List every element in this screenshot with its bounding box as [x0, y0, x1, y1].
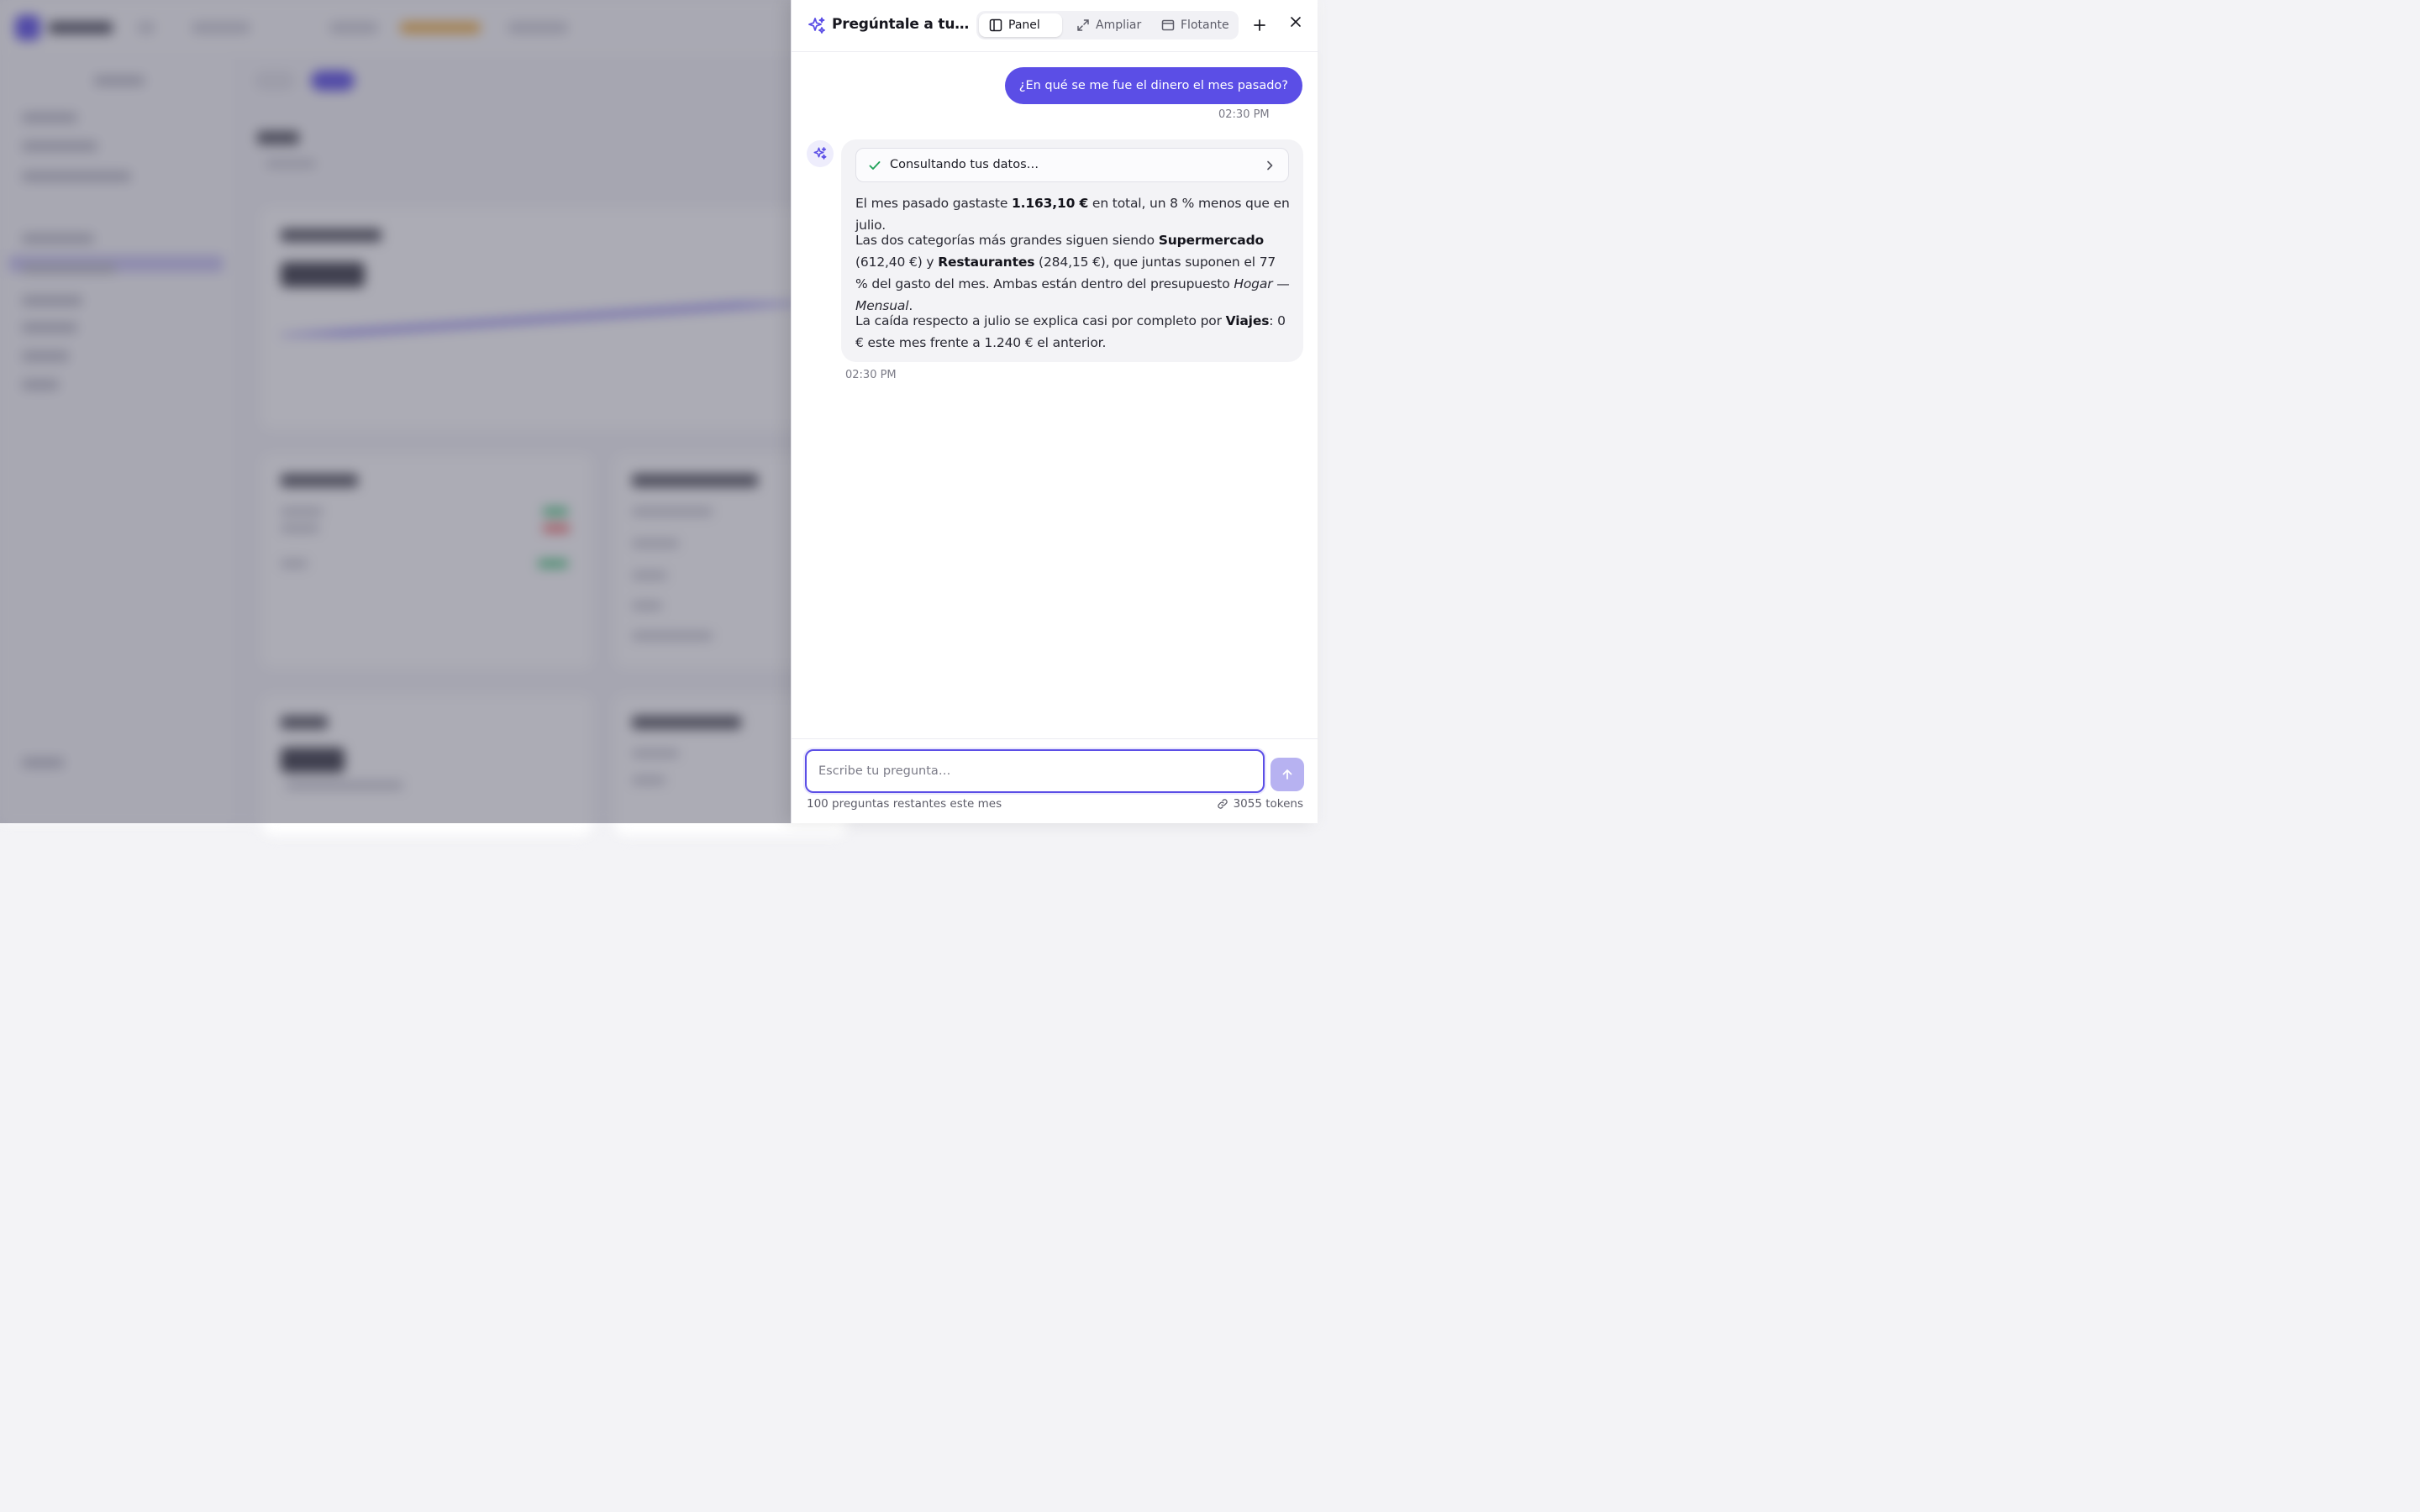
token-counter: 3055 tokens	[1217, 797, 1303, 811]
sparkles-icon	[813, 147, 827, 160]
text-run: Las dos categorías más grandes siguen si…	[855, 233, 1159, 248]
chat-composer: 100 preguntas restantes este mes 3055 to…	[792, 738, 1318, 823]
text-run: (612,40 €) y	[855, 255, 939, 270]
expand-icon	[1077, 19, 1089, 31]
tool-call-chip[interactable]: Consultando tus datos…	[855, 148, 1289, 182]
mode-expand-label: Ampliar	[1096, 18, 1142, 32]
assistant-avatar	[807, 140, 834, 167]
sparkles-icon	[808, 17, 825, 34]
chat-panel-header: Pregúntale a tus finanzas Panel Ampliar …	[792, 0, 1318, 52]
link-icon	[1217, 799, 1228, 809]
category-supermercado: Supermercado	[1158, 233, 1265, 248]
category-viajes: Viajes	[1225, 313, 1270, 328]
send-button[interactable]	[1270, 758, 1304, 791]
panel-icon	[989, 18, 1002, 32]
assistant-message-time: 02:30 PM	[845, 369, 897, 381]
mode-expand-button[interactable]: Ampliar	[1066, 13, 1147, 37]
text-run: El mes pasado gastaste	[855, 196, 1012, 211]
close-icon	[1291, 17, 1301, 27]
category-restaurantes: Restaurantes	[938, 255, 1035, 270]
mode-floating-button[interactable]: Flotante	[1151, 13, 1236, 37]
view-mode-switcher: Panel Ampliar Flotante	[976, 11, 1239, 39]
floating-window-icon	[1161, 19, 1175, 31]
text-run: La caída respecto a julio se explica cas…	[855, 313, 1226, 328]
tool-call-label: Consultando tus datos…	[890, 158, 1039, 171]
assistant-message-bubble: Consultando tus datos… El mes pasado gas…	[841, 139, 1303, 362]
remaining-questions: 100 preguntas restantes este mes	[807, 797, 1002, 811]
mode-panel-button[interactable]: Panel	[979, 13, 1062, 37]
new-chat-button[interactable]	[1249, 15, 1270, 35]
user-message-text: ¿En qué se me fue el dinero el mes pasad…	[1018, 79, 1288, 92]
total-amount: 1.163,10 €	[1011, 196, 1089, 211]
user-message-time: 02:30 PM	[1218, 108, 1270, 121]
chevron-right-icon	[1267, 160, 1273, 171]
check-icon	[869, 161, 881, 170]
chat-panel: Pregúntale a tus finanzas Panel Ampliar …	[791, 0, 1318, 823]
assistant-paragraph-2: Las dos categorías más grandes siguen si…	[855, 229, 1291, 317]
user-message-bubble: ¿En qué se me fue el dinero el mes pasad…	[1004, 67, 1302, 104]
token-count: 3055 tokens	[1233, 797, 1303, 811]
assistant-paragraph-3: La caída respecto a julio se explica cas…	[855, 310, 1291, 354]
close-panel-button[interactable]	[1286, 12, 1306, 32]
arrow-up-icon	[1282, 769, 1292, 780]
question-input-wrapper	[805, 749, 1265, 793]
chat-panel-title: Pregúntale a tus finanzas	[832, 16, 971, 33]
mode-floating-label: Flotante	[1181, 18, 1229, 32]
new-chat-icon	[1254, 19, 1265, 31]
mode-panel-label: Panel	[1008, 18, 1040, 32]
question-input[interactable]	[818, 761, 1247, 781]
